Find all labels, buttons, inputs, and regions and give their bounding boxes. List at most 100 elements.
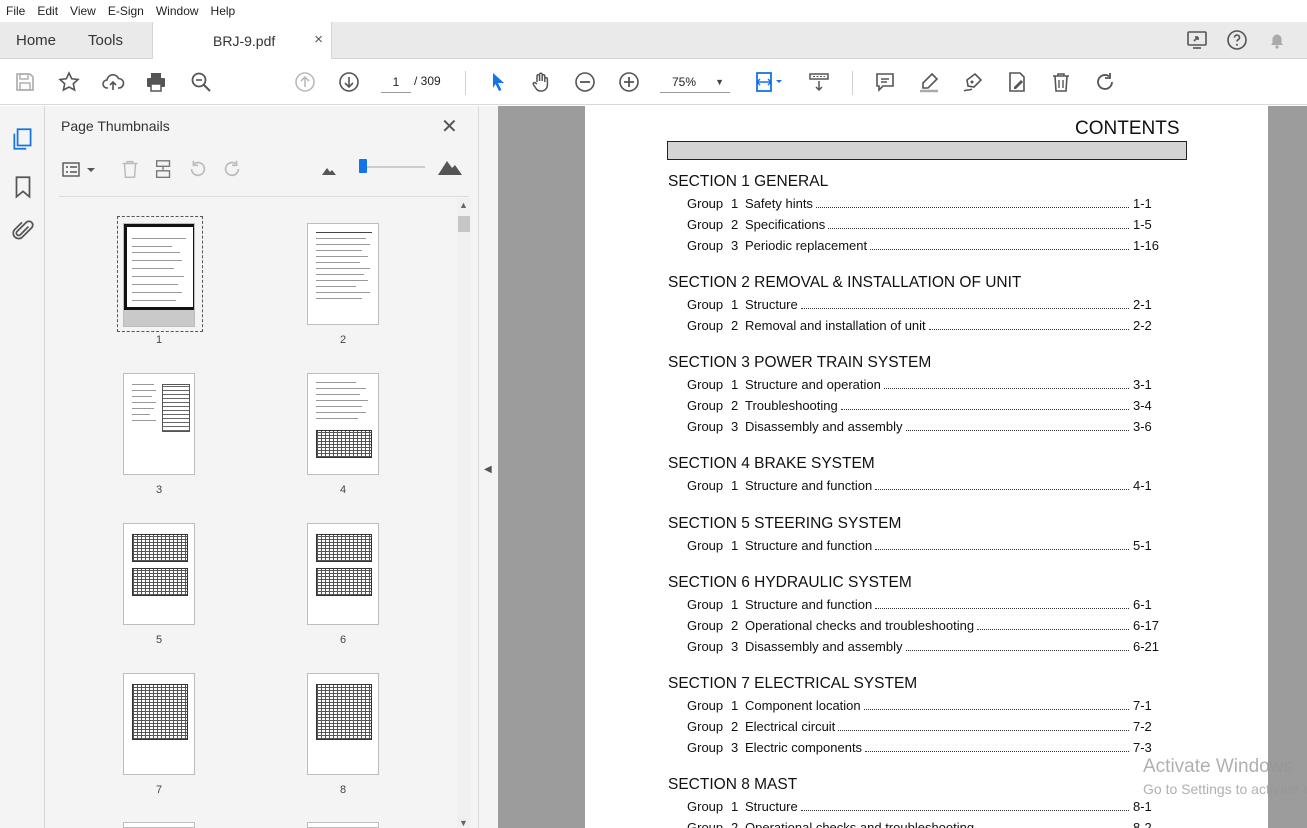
edit-document-icon[interactable] bbox=[1004, 69, 1030, 95]
thumbnail-page-1[interactable] bbox=[123, 223, 195, 327]
toc-entry[interactable]: Group 1 Component location 7-1 bbox=[687, 698, 1163, 716]
scroll-up-icon[interactable]: ▲ bbox=[459, 200, 468, 210]
thumbnail-page-8[interactable] bbox=[307, 673, 379, 775]
tab-document-name: BRJ-9.pdf bbox=[213, 33, 276, 49]
comment-icon[interactable] bbox=[872, 69, 898, 95]
toc-entry[interactable]: Group 2 Operational checks and troubleshoo… bbox=[687, 618, 1163, 636]
tab-close-icon[interactable]: × bbox=[314, 31, 323, 48]
thumbnail-page-9[interactable] bbox=[123, 822, 195, 828]
search-zoom-icon[interactable] bbox=[188, 69, 214, 95]
thumbnail-page-10[interactable] bbox=[307, 822, 379, 828]
menu-view[interactable]: View bbox=[70, 4, 96, 18]
thumbnail-page-5[interactable] bbox=[123, 523, 195, 625]
toc-entry[interactable]: Group 2 Specifications 1-5 bbox=[687, 217, 1163, 235]
bookmark-star-icon[interactable] bbox=[56, 69, 82, 95]
toc-entry[interactable]: Group 1 Structure and function 6-1 bbox=[687, 597, 1163, 615]
close-panel-icon[interactable]: ✕ bbox=[441, 114, 458, 139]
extract-pages-icon[interactable] bbox=[153, 158, 175, 180]
toc-group-word: Group bbox=[687, 419, 724, 434]
toc-entry[interactable]: Group 3 Periodic replacement 1-16 bbox=[687, 238, 1163, 256]
toc-group-word: Group bbox=[687, 297, 724, 312]
thumbnail-page-3[interactable] bbox=[123, 373, 195, 475]
print-icon[interactable] bbox=[143, 69, 169, 95]
toc-leader-dots bbox=[905, 430, 1129, 431]
highlight-pen-icon[interactable] bbox=[916, 69, 942, 95]
page-thumbnails-icon[interactable] bbox=[10, 126, 36, 152]
toc-entry[interactable]: Group 2 Electrical circuit 7-2 bbox=[687, 719, 1163, 737]
page-number-input[interactable]: 1 bbox=[381, 71, 411, 93]
toc-entry-title: Component location bbox=[745, 698, 861, 713]
help-icon[interactable] bbox=[1225, 28, 1249, 52]
toc-entry[interactable]: Group 3 Electric components 7-3 bbox=[687, 740, 1163, 758]
redo-rotate-icon[interactable] bbox=[1092, 69, 1118, 95]
toc-entry[interactable]: Group 1 Structure 2-1 bbox=[687, 297, 1163, 315]
toc-leader-dots bbox=[838, 730, 1129, 731]
scroll-mode-icon[interactable] bbox=[806, 69, 832, 95]
thumbnail-page-7[interactable] bbox=[123, 673, 195, 775]
zoom-level-select[interactable]: 75% ▼ bbox=[660, 71, 730, 93]
menu-esign[interactable]: E-Sign bbox=[108, 4, 144, 18]
toc-entry[interactable]: Group 1 Structure and function 5-1 bbox=[687, 538, 1163, 556]
toc-entry[interactable]: Group 1 Structure and function 4-1 bbox=[687, 478, 1163, 496]
toc-entry[interactable]: Group 2 Removal and installation of unit 2-… bbox=[687, 318, 1163, 336]
toc-group-word: Group bbox=[687, 799, 724, 814]
delete-trash-icon[interactable] bbox=[1048, 69, 1074, 95]
panel-collapse-handle[interactable]: ◀ bbox=[478, 106, 498, 828]
toc-entry-title: Disassembly and assembly bbox=[745, 419, 903, 434]
thumbnail-options-icon[interactable] bbox=[61, 160, 99, 180]
scroll-down-icon[interactable]: ▼ bbox=[459, 818, 468, 828]
tab-bar: Home Tools BRJ-9.pdf × bbox=[0, 22, 1307, 59]
hand-tool-icon[interactable] bbox=[528, 69, 554, 95]
toc-entry-title: Specifications bbox=[745, 217, 826, 232]
document-viewport[interactable]: CONTENTS SECTION 1 GENERAL Group 1 Safety h… bbox=[498, 106, 1307, 828]
share-screen-icon[interactable] bbox=[1185, 28, 1209, 52]
bookmarks-icon[interactable] bbox=[10, 174, 36, 200]
scrollbar-thumb[interactable] bbox=[458, 216, 470, 232]
toc-page-ref: 2-1 bbox=[1133, 297, 1152, 312]
save-icon[interactable] bbox=[12, 69, 38, 95]
upload-cloud-icon[interactable] bbox=[100, 69, 126, 95]
toc-entry[interactable]: Group 3 Disassembly and assembly 3-6 bbox=[687, 419, 1163, 437]
toc-group-word: Group bbox=[687, 538, 724, 553]
small-mountain-icon[interactable] bbox=[321, 166, 337, 176]
toc-entry[interactable]: Group 1 Structure and operation 3-1 bbox=[687, 377, 1163, 395]
sign-pen-icon[interactable] bbox=[960, 69, 986, 95]
tab-home[interactable]: Home bbox=[16, 32, 56, 49]
toc-entry[interactable]: Group 1 Structure 8-1 bbox=[687, 799, 1163, 817]
toc-entry[interactable]: Group 3 Disassembly and assembly 6-21 bbox=[687, 639, 1163, 657]
thumbnail-page-4[interactable] bbox=[307, 373, 379, 475]
menu-file[interactable]: File bbox=[6, 4, 25, 18]
tab-tools[interactable]: Tools bbox=[88, 32, 123, 49]
zoom-in-icon[interactable] bbox=[616, 69, 642, 95]
collapse-arrow-icon[interactable]: ◀ bbox=[484, 464, 492, 475]
thumbnail-size-slider[interactable] bbox=[361, 166, 425, 168]
toc-entry[interactable]: Group 2 Troubleshooting 3-4 bbox=[687, 398, 1163, 416]
toc-leader-dots bbox=[875, 489, 1129, 490]
toc-entry[interactable]: Group 1 Safety hints 1-1 bbox=[687, 196, 1163, 214]
zoom-out-icon[interactable] bbox=[572, 69, 598, 95]
tab-document[interactable]: BRJ-9.pdf × bbox=[152, 22, 332, 59]
toc-entry-title: Structure bbox=[745, 297, 798, 312]
menu-help[interactable]: Help bbox=[211, 4, 236, 18]
previous-page-icon[interactable] bbox=[292, 69, 318, 95]
select-cursor-icon[interactable] bbox=[485, 69, 511, 95]
page-fit-icon[interactable] bbox=[752, 69, 786, 95]
attachments-icon[interactable] bbox=[10, 218, 36, 244]
menu-edit[interactable]: Edit bbox=[37, 4, 58, 18]
delete-page-icon[interactable] bbox=[119, 158, 141, 180]
thumbnail-page-2[interactable] bbox=[307, 223, 379, 325]
next-page-icon[interactable] bbox=[336, 69, 362, 95]
thumbnail-label: 6 bbox=[339, 634, 347, 646]
thumbnail-scrollbar[interactable]: ▲ ▼ bbox=[457, 198, 471, 828]
thumbnail-size-slider-knob[interactable] bbox=[359, 159, 367, 173]
toc-entry-title: Disassembly and assembly bbox=[745, 639, 903, 654]
rotate-left-icon[interactable] bbox=[187, 158, 209, 180]
toc-entry[interactable]: Group 2 Operational checks and troubleshoo… bbox=[687, 820, 1163, 828]
toc-leader-dots bbox=[800, 308, 1129, 309]
notification-bell-icon[interactable] bbox=[1265, 28, 1289, 52]
large-mountain-icon[interactable] bbox=[437, 158, 463, 176]
thumbnail-page-6[interactable] bbox=[307, 523, 379, 625]
thumbnail-label: 8 bbox=[339, 784, 347, 796]
menu-window[interactable]: Window bbox=[156, 4, 199, 18]
rotate-right-icon[interactable] bbox=[221, 158, 243, 180]
